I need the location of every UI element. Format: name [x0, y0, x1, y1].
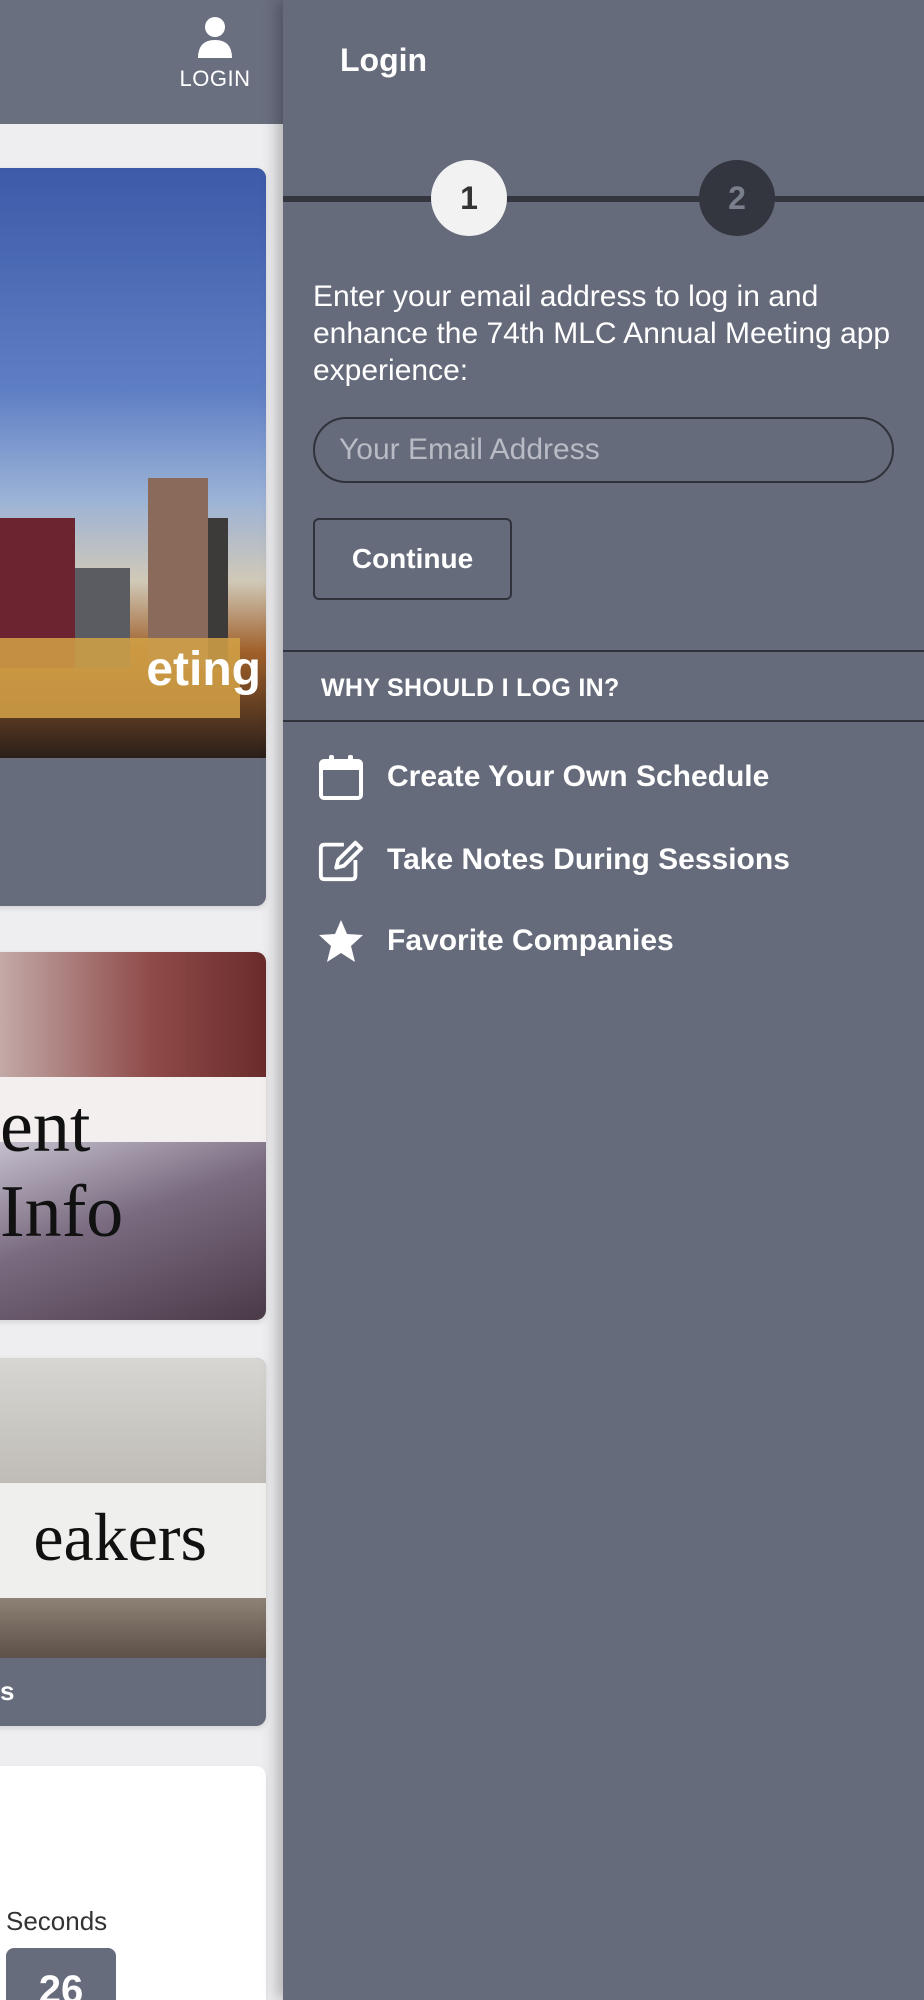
countdown-seconds-label: Seconds	[6, 1906, 108, 1936]
login-button-label: LOGIN	[179, 66, 251, 91]
app-header: LOGIN	[0, 0, 283, 124]
conference-room-image	[0, 1358, 266, 1483]
benefit-notes-label: Take Notes During Sessions	[387, 843, 790, 876]
benefit-schedule: Create Your Own Schedule	[317, 752, 769, 802]
speakers-card-title: eakers	[33, 1499, 207, 1575]
login-panel: Login 1 2 Enter your email address to lo…	[283, 0, 924, 2000]
benefit-favorites: Favorite Companies	[317, 916, 674, 966]
stepper-line	[283, 196, 924, 202]
event-info-card-title: ent Info	[0, 1086, 124, 1253]
countdown-seconds-value: 26	[6, 1948, 116, 2000]
user-icon	[198, 17, 232, 58]
benefit-notes: Take Notes During Sessions	[317, 835, 790, 885]
background-app: LOGIN eting ent Info eakers s Seconds 26	[0, 0, 283, 2000]
speakers-card-subtitle: s	[0, 1676, 15, 1706]
login-intro-text: Enter your email address to log in and e…	[313, 280, 891, 387]
edit-note-icon	[317, 835, 365, 885]
panel-title: Login	[340, 42, 428, 78]
star-icon	[317, 916, 365, 966]
annual-meeting-card[interactable]	[0, 168, 266, 906]
benefit-favorites-label: Favorite Companies	[387, 924, 674, 957]
calendar-icon	[317, 752, 365, 802]
step-2-indicator: 2	[699, 160, 775, 236]
benefit-schedule-label: Create Your Own Schedule	[387, 760, 770, 793]
annual-meeting-card-title: eting	[146, 643, 261, 696]
login-button[interactable]: LOGIN	[165, 12, 265, 108]
step-1-indicator: 1	[431, 160, 507, 236]
continue-button[interactable]: Continue	[313, 518, 512, 600]
why-login-header: WHY SHOULD I LOG IN?	[283, 650, 924, 722]
email-input[interactable]	[313, 417, 894, 483]
